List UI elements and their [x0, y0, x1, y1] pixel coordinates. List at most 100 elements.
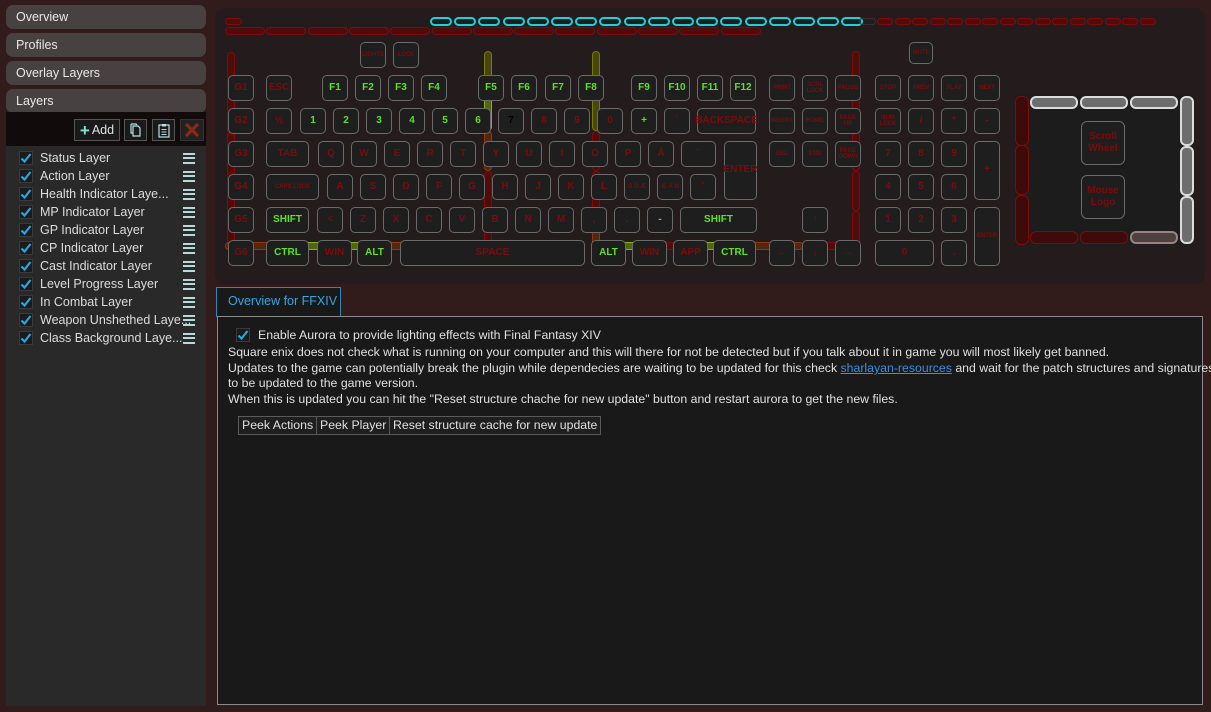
key-f6[interactable]: F6: [511, 75, 537, 101]
key-j[interactable]: J: [525, 174, 551, 200]
nav-profiles[interactable]: Profiles: [6, 33, 206, 57]
key-half[interactable]: ½: [266, 108, 292, 134]
nav-layers[interactable]: Layers: [6, 89, 206, 113]
key-t[interactable]: T: [450, 141, 476, 167]
key-n1[interactable]: 1: [300, 108, 326, 134]
drag-handle-icon[interactable]: [183, 170, 195, 182]
key-lctrl[interactable]: CTRL: [266, 240, 309, 266]
key-w[interactable]: W: [351, 141, 377, 167]
key-npdot[interactable]: .: [941, 240, 967, 266]
key-np2[interactable]: 2: [908, 207, 934, 233]
key-n7[interactable]: 7: [498, 108, 524, 134]
key-rshift[interactable]: SHIFT: [680, 207, 757, 233]
key-g2[interactable]: G2: [228, 108, 254, 134]
key-l[interactable]: L: [591, 174, 617, 200]
layer-item[interactable]: Status Layer: [6, 149, 206, 167]
key-np8[interactable]: 8: [908, 141, 934, 167]
key-z[interactable]: Z: [350, 207, 376, 233]
key-n6[interactable]: 6: [465, 108, 491, 134]
key-home[interactable]: HOME: [802, 108, 828, 134]
key-n5[interactable]: 5: [432, 108, 458, 134]
key-np0[interactable]: 0: [875, 240, 934, 266]
key-left[interactable]: ←: [769, 240, 795, 266]
key-app[interactable]: APP: [673, 240, 708, 266]
key-k[interactable]: K: [558, 174, 584, 200]
key-backspace[interactable]: BACKSPACE: [695, 108, 758, 134]
key-np1[interactable]: 1: [875, 207, 901, 233]
key-caps[interactable]: CAPS LOCK: [266, 174, 319, 200]
layer-item[interactable]: Class Background Laye...: [6, 329, 206, 347]
key-np4[interactable]: 4: [875, 174, 901, 200]
key-right[interactable]: →: [835, 240, 861, 266]
key-rwin[interactable]: WIN: [632, 240, 667, 266]
layer-item[interactable]: Cast Indicator Layer: [6, 257, 206, 275]
key-f12[interactable]: F12: [730, 75, 756, 101]
layer-item[interactable]: Weapon Unshethed Laye...: [6, 311, 206, 329]
layer-enabled-checkbox[interactable]: [19, 223, 33, 237]
key-insert[interactable]: INSERT: [769, 108, 795, 134]
drag-handle-icon[interactable]: [183, 314, 195, 326]
key-n3[interactable]: 3: [366, 108, 392, 134]
key-f2[interactable]: F2: [355, 75, 381, 101]
key-n8[interactable]: 8: [531, 108, 557, 134]
key-s[interactable]: S: [360, 174, 386, 200]
key-minus[interactable]: -: [647, 207, 673, 233]
key-g5[interactable]: G5: [228, 207, 254, 233]
key-n[interactable]: N: [515, 207, 541, 233]
key-npdiv[interactable]: /: [908, 108, 934, 134]
key-q[interactable]: Q: [318, 141, 344, 167]
key-enter[interactable]: ENTER: [724, 141, 757, 200]
key-next[interactable]: NEXT: [974, 75, 1000, 101]
layer-item[interactable]: In Combat Layer: [6, 293, 206, 311]
key-apos[interactable]: ': [690, 174, 716, 200]
key-npsub[interactable]: -: [974, 108, 1000, 134]
key-i[interactable]: I: [549, 141, 575, 167]
layer-item[interactable]: Health Indicator Laye...: [6, 185, 206, 203]
layer-item[interactable]: Action Layer: [6, 167, 206, 185]
peek-actions-button[interactable]: Peek Actions: [238, 416, 318, 435]
mouse-scroll-wheel[interactable]: Scroll Wheel: [1081, 121, 1125, 165]
key-npenter[interactable]: ENTER: [974, 207, 1000, 266]
key-comma[interactable]: ,: [581, 207, 607, 233]
key-tab[interactable]: TAB: [266, 141, 309, 167]
reset-cache-button[interactable]: Reset structure cache for new update: [389, 416, 602, 435]
key-f9[interactable]: F9: [631, 75, 657, 101]
key-np7[interactable]: 7: [875, 141, 901, 167]
drag-handle-icon[interactable]: [183, 206, 195, 218]
key-mute[interactable]: MUTE: [909, 42, 933, 64]
layer-enabled-checkbox[interactable]: [19, 241, 33, 255]
key-ae[interactable]: Æ Ä Ø: [657, 174, 683, 200]
key-g3[interactable]: G3: [228, 141, 254, 167]
key-n9[interactable]: 9: [564, 108, 590, 134]
key-aring[interactable]: Å: [648, 141, 674, 167]
key-f4[interactable]: F4: [421, 75, 447, 101]
peek-player-button[interactable]: Peek Player: [316, 416, 391, 435]
key-a[interactable]: A: [327, 174, 353, 200]
layer-enabled-checkbox[interactable]: [19, 277, 33, 291]
key-end[interactable]: END: [802, 141, 828, 167]
key-lshift[interactable]: SHIFT: [266, 207, 309, 233]
key-n2[interactable]: 2: [333, 108, 359, 134]
drag-handle-icon[interactable]: [183, 224, 195, 236]
key-g6[interactable]: G6: [228, 240, 254, 266]
key-b[interactable]: B: [482, 207, 508, 233]
drag-handle-icon[interactable]: [183, 278, 195, 290]
key-o[interactable]: O: [582, 141, 608, 167]
enable-aurora-checkbox[interactable]: Enable Aurora to provide lighting effect…: [236, 328, 601, 342]
key-np5[interactable]: 5: [908, 174, 934, 200]
key-np9[interactable]: 9: [941, 141, 967, 167]
layer-item[interactable]: Level Progress Layer: [6, 275, 206, 293]
key-g1[interactable]: G1: [228, 75, 254, 101]
key-d[interactable]: D: [393, 174, 419, 200]
layer-enabled-checkbox[interactable]: [19, 169, 33, 183]
drag-handle-icon[interactable]: [183, 188, 195, 200]
key-period[interactable]: .: [614, 207, 640, 233]
key-esc[interactable]: ESC: [266, 75, 292, 101]
key-lwin[interactable]: WIN: [317, 240, 352, 266]
key-m[interactable]: M: [548, 207, 574, 233]
key-scrl[interactable]: SCRL LOCK: [802, 75, 828, 101]
drag-handle-icon[interactable]: [183, 152, 195, 164]
key-oe[interactable]: Ø Ö Æ: [624, 174, 650, 200]
key-space[interactable]: SPACE: [400, 240, 585, 266]
key-x[interactable]: X: [383, 207, 409, 233]
